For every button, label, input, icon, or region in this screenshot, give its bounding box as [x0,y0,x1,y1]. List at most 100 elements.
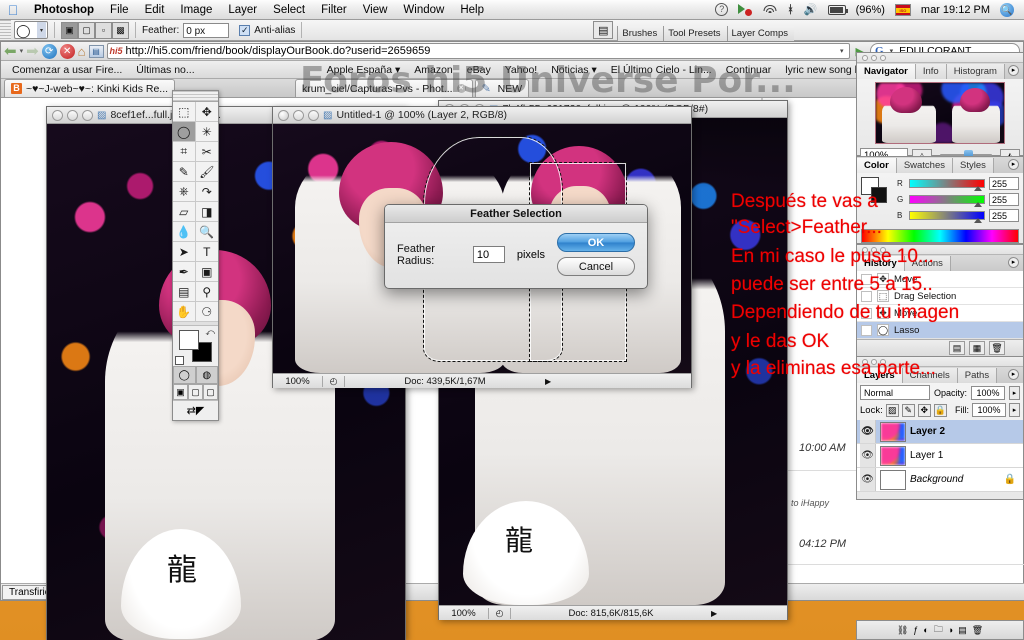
lock-position-icon[interactable]: ✥ [917,403,931,417]
battery-icon[interactable] [823,0,851,20]
spotlight-icon[interactable]: 🔍 [995,0,1019,20]
menu-filter[interactable]: Filter [313,0,355,20]
quick-mask-mode-icon[interactable]: ◍ [195,366,218,384]
link-layers-icon[interactable]: ⛓ [897,625,908,636]
channel-slider-g[interactable] [909,195,985,207]
eyedropper-tool-icon[interactable]: ⚲ [195,282,218,302]
standard-screen-mode-icon[interactable]: ▣ [173,384,188,400]
well-tab-brushes[interactable]: Brushes [617,25,664,41]
blend-mode-select[interactable]: Normal [860,385,930,400]
toolbar-drag-handle[interactable] [173,91,218,102]
clone-stamp-tool-icon[interactable]: ⎈ [173,182,196,202]
reload-icon[interactable]: ⟳ [41,43,57,59]
navigator-thumbnail[interactable] [875,82,1005,144]
default-colors-icon[interactable] [175,356,184,365]
menu-clock[interactable]: mar 19:12 PM [916,0,995,20]
bookmark-item[interactable]: Últimas no... [129,64,201,76]
move-tool-icon[interactable]: ✥ [195,102,218,122]
menu-select[interactable]: Select [265,0,313,20]
hand-tool-icon[interactable]: ✋ [173,302,196,322]
bluetooth-icon[interactable]: ᚼ [782,0,799,20]
feather-option-input[interactable]: 0 px [183,22,230,38]
palette-menu-icon[interactable]: ▸ [1008,257,1019,268]
file-browser-icon[interactable]: ▤ [593,21,614,39]
tab-paths[interactable]: Paths [957,368,998,383]
channel-slider-b[interactable] [909,211,985,223]
channel-value-r[interactable]: 255 [989,177,1019,190]
eraser-tool-icon[interactable]: ▱ [173,202,196,222]
cancel-button[interactable]: Cancel [557,257,635,276]
status-menu-icon[interactable]: ▶ [711,609,717,618]
layer-mask-icon[interactable]: ◐ [923,625,928,635]
new-snapshot-icon[interactable]: ▦ [969,341,985,355]
feather-radius-input[interactable]: 10 [472,246,505,263]
feed-icon[interactable]: ▤ [88,44,104,58]
ok-button[interactable]: OK [557,233,635,252]
bookmark-item[interactable]: Continuar [719,64,779,76]
gradient-tool-icon[interactable]: ◨ [195,202,218,222]
pen-tool-icon[interactable]: ✒ [173,262,196,282]
antialias-checkbox[interactable]: ✓ [239,24,251,36]
feather-selection-dialog[interactable]: Feather Selection Feather Radius: 10 pix… [384,204,648,289]
browser-tab[interactable]: B ~♥~J-web~♥~: Kinki Kids Re... [4,79,176,97]
bookmark-item[interactable]: Yahoo! [498,64,545,76]
forward-icon[interactable]: ➡ [26,44,39,59]
healing-brush-tool-icon[interactable]: ✎ [173,162,196,182]
volume-icon[interactable]: 🔊 [799,0,823,20]
delete-state-icon[interactable]: 🗑 [989,341,1005,355]
standard-mask-mode-icon[interactable]: ◯ [173,366,196,384]
back-dropdown-icon[interactable]: ▾ [20,47,24,55]
tab-histogram[interactable]: Histogram [946,64,1005,79]
layer-visibility-icon[interactable]: 👁 [860,420,876,443]
lock-image-icon[interactable]: ✎ [901,403,915,417]
swap-colors-icon[interactable]: ⤺ [205,327,215,338]
menu-app-name[interactable]: Photoshop [26,0,102,20]
tab-swatches[interactable]: Swatches [896,158,953,173]
palette-menu-icon[interactable]: ▸ [1008,159,1019,170]
browser-tab[interactable]: ✎ NEW [474,79,530,97]
zoom-level[interactable]: 100% [439,607,489,619]
full-screen-menubar-mode-icon[interactable]: ▢ [188,384,203,400]
menu-image[interactable]: Image [172,0,220,20]
home-icon[interactable]: ⌂ [78,44,86,59]
history-brush-tool-icon[interactable]: ↷ [195,182,218,202]
layer-list[interactable]: 👁 Layer 2 👁 Layer 1 👁 Background 🔒 [857,420,1023,492]
tab-navigator[interactable]: Navigator [857,64,916,79]
adjustment-layer-icon[interactable]: ◑ [948,625,953,635]
stop-icon[interactable]: ✕ [59,43,75,59]
fill-value[interactable]: 100% [972,403,1006,417]
marquee-tool-icon[interactable]: ⬚ [173,102,196,122]
tab-styles[interactable]: Styles [953,158,994,173]
photoshop-toolbar[interactable]: ⬚ ✥ ◯ ✳ ⌗ ✂ ✎ 🖌 ⎈ ↷ ▱ ◨ 💧 🔍 ➤ T ✒ ▣ ▤ ⚲ … [172,90,219,421]
back-icon[interactable]: ⬅ [4,44,17,59]
type-tool-icon[interactable]: T [195,242,218,262]
tab-info[interactable]: Info [915,64,947,79]
help-icon[interactable]: ? [710,0,733,20]
layer-visibility-icon[interactable]: 👁 [860,468,876,491]
foreground-color-swatch[interactable] [179,330,199,350]
window-controls[interactable] [278,109,319,121]
zoom-tool-icon[interactable]: ⚆ [195,302,218,322]
well-tab-layer-comps[interactable]: Layer Comps [726,25,794,41]
menu-edit[interactable]: Edit [137,0,173,20]
document-title-bar[interactable]: ▨ Untitled-1 @ 100% (Layer 2, RGB/8) [273,107,691,124]
add-to-selection-icon[interactable]: ▢ [78,21,95,39]
subtract-from-selection-icon[interactable]: ▫ [95,21,112,39]
blur-tool-icon[interactable]: 💧 [173,222,196,242]
jump-to-imageready-icon[interactable]: ⇄◤ [173,400,218,420]
bookmark-item[interactable]: Comenzar a usar Fire... [5,64,129,76]
intersect-selection-icon[interactable]: ▩ [112,21,129,39]
menu-help[interactable]: Help [452,0,492,20]
url-bar[interactable]: hi5 http://hi5.com/friend/book/displayOu… [106,43,850,59]
channel-slider-r[interactable] [909,179,985,191]
menu-window[interactable]: Window [395,0,452,20]
opacity-value[interactable]: 100% [971,385,1005,400]
url-dropdown-icon[interactable]: ▾ [837,47,847,55]
status-menu-icon[interactable]: ▶ [545,377,551,386]
navigator-palette[interactable]: Navigator Info Histogram ▸ 100% ◬ ◭ [856,52,1024,162]
tab-color[interactable]: Color [857,158,897,173]
new-document-from-state-icon[interactable]: ▤ [949,341,965,355]
color-spectrum-ramp[interactable] [861,229,1019,243]
well-tab-tool-presets[interactable]: Tool Presets [663,25,727,41]
window-controls[interactable] [52,109,93,121]
